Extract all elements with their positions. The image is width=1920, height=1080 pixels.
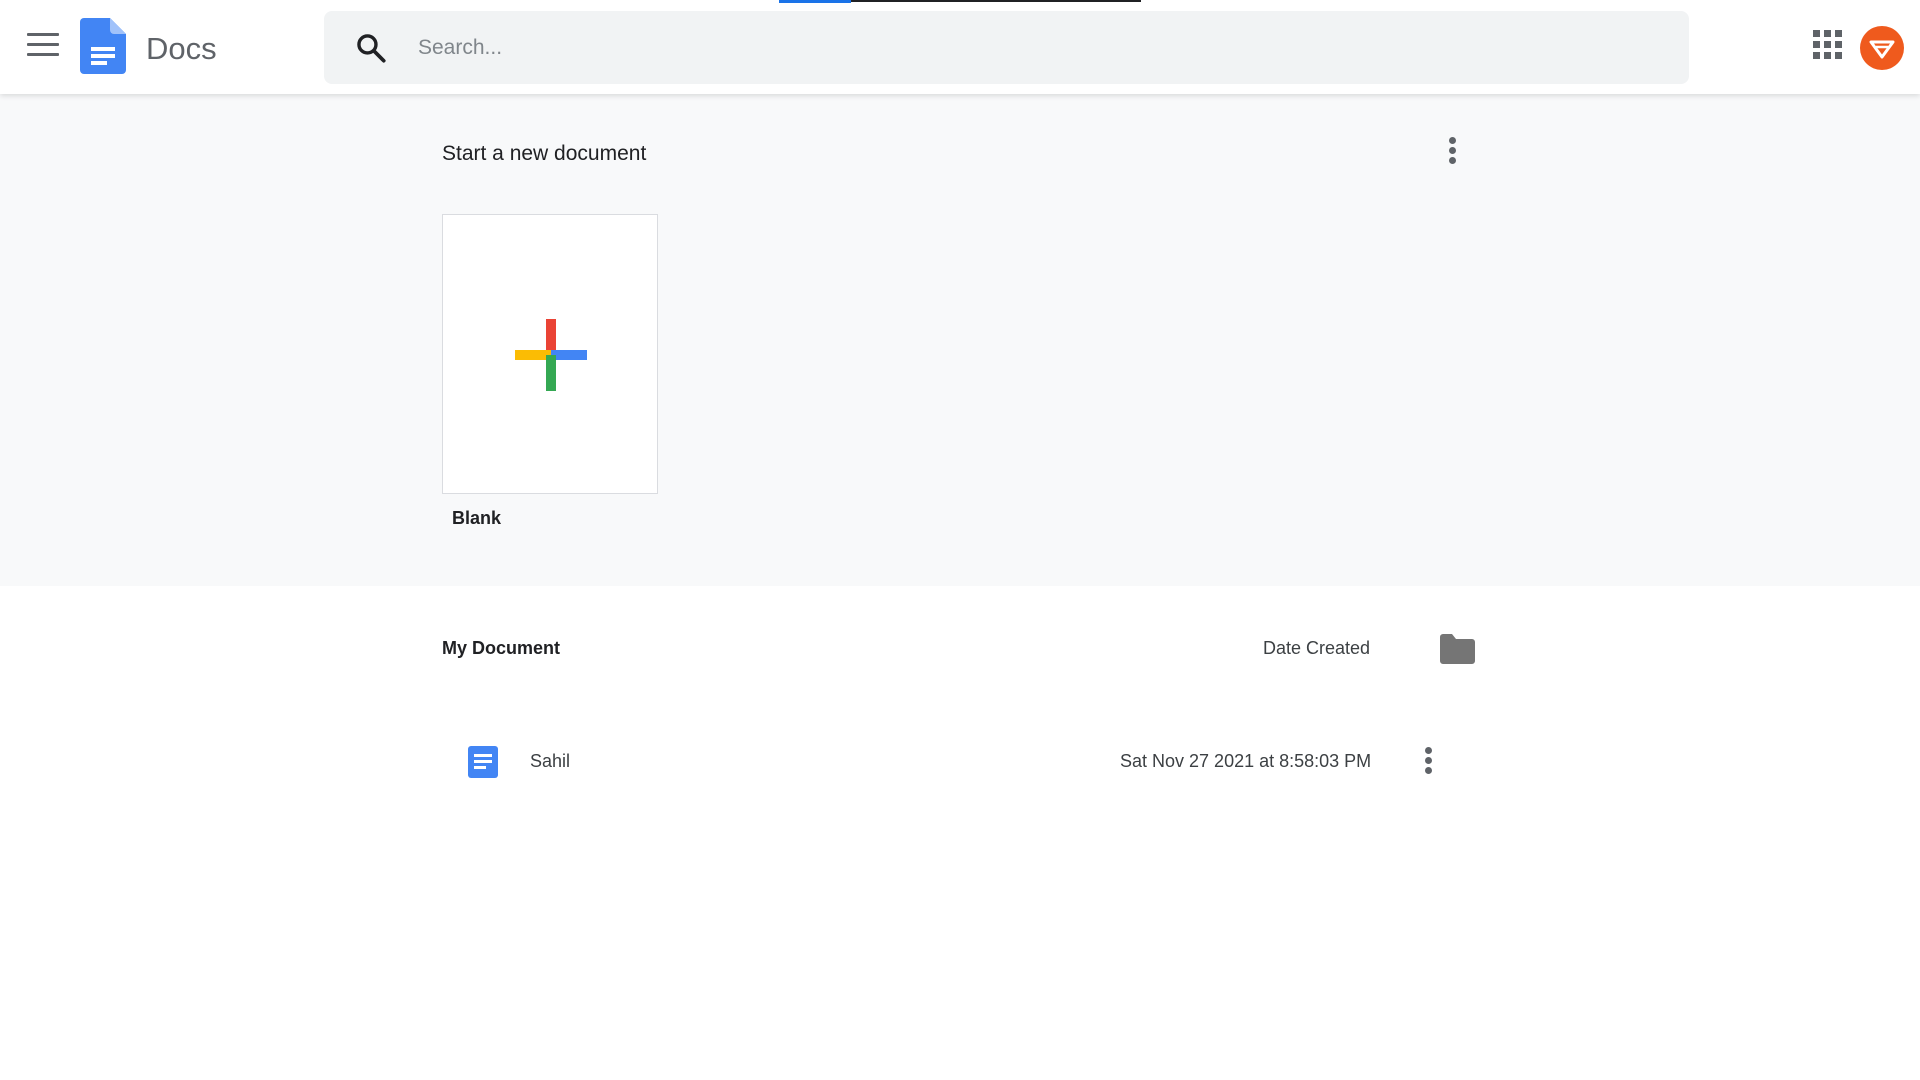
blank-template-label[interactable]: Blank [452,508,501,529]
documents-section-title: My Document [442,638,561,658]
search-bar[interactable] [324,11,1689,84]
document-name[interactable]: Sahil [530,751,570,772]
date-column-header[interactable]: Date Created [1263,638,1370,659]
search-input[interactable] [418,29,1618,67]
blank-template-card[interactable] [442,214,658,494]
template-gallery: Start a new document Blank [0,94,1920,586]
menu-icon[interactable] [20,26,66,68]
document-date: Sat Nov 27 2021 at 8:58:03 PM [1120,751,1372,771]
document-icon [468,746,498,778]
top-bar: Docs [0,0,1920,94]
search-icon[interactable] [354,31,388,65]
avatar-logo-icon [1869,40,1895,59]
more-options-icon[interactable] [1440,134,1464,170]
account-avatar[interactable] [1860,26,1904,70]
multicolor-plus-icon [515,319,587,391]
document-more-options-icon[interactable] [1416,744,1440,780]
apps-grid-icon[interactable] [1813,30,1843,60]
folder-icon[interactable] [1438,633,1476,665]
loading-bar [779,0,851,3]
loading-bar-track [851,0,1141,2]
document-row[interactable]: Sahil Sat Nov 27 2021 at 8:58:03 PM [442,728,1482,794]
app-title: Docs [146,31,217,66]
template-section-title: Start a new document [442,142,647,165]
docs-logo-icon[interactable] [80,18,126,74]
